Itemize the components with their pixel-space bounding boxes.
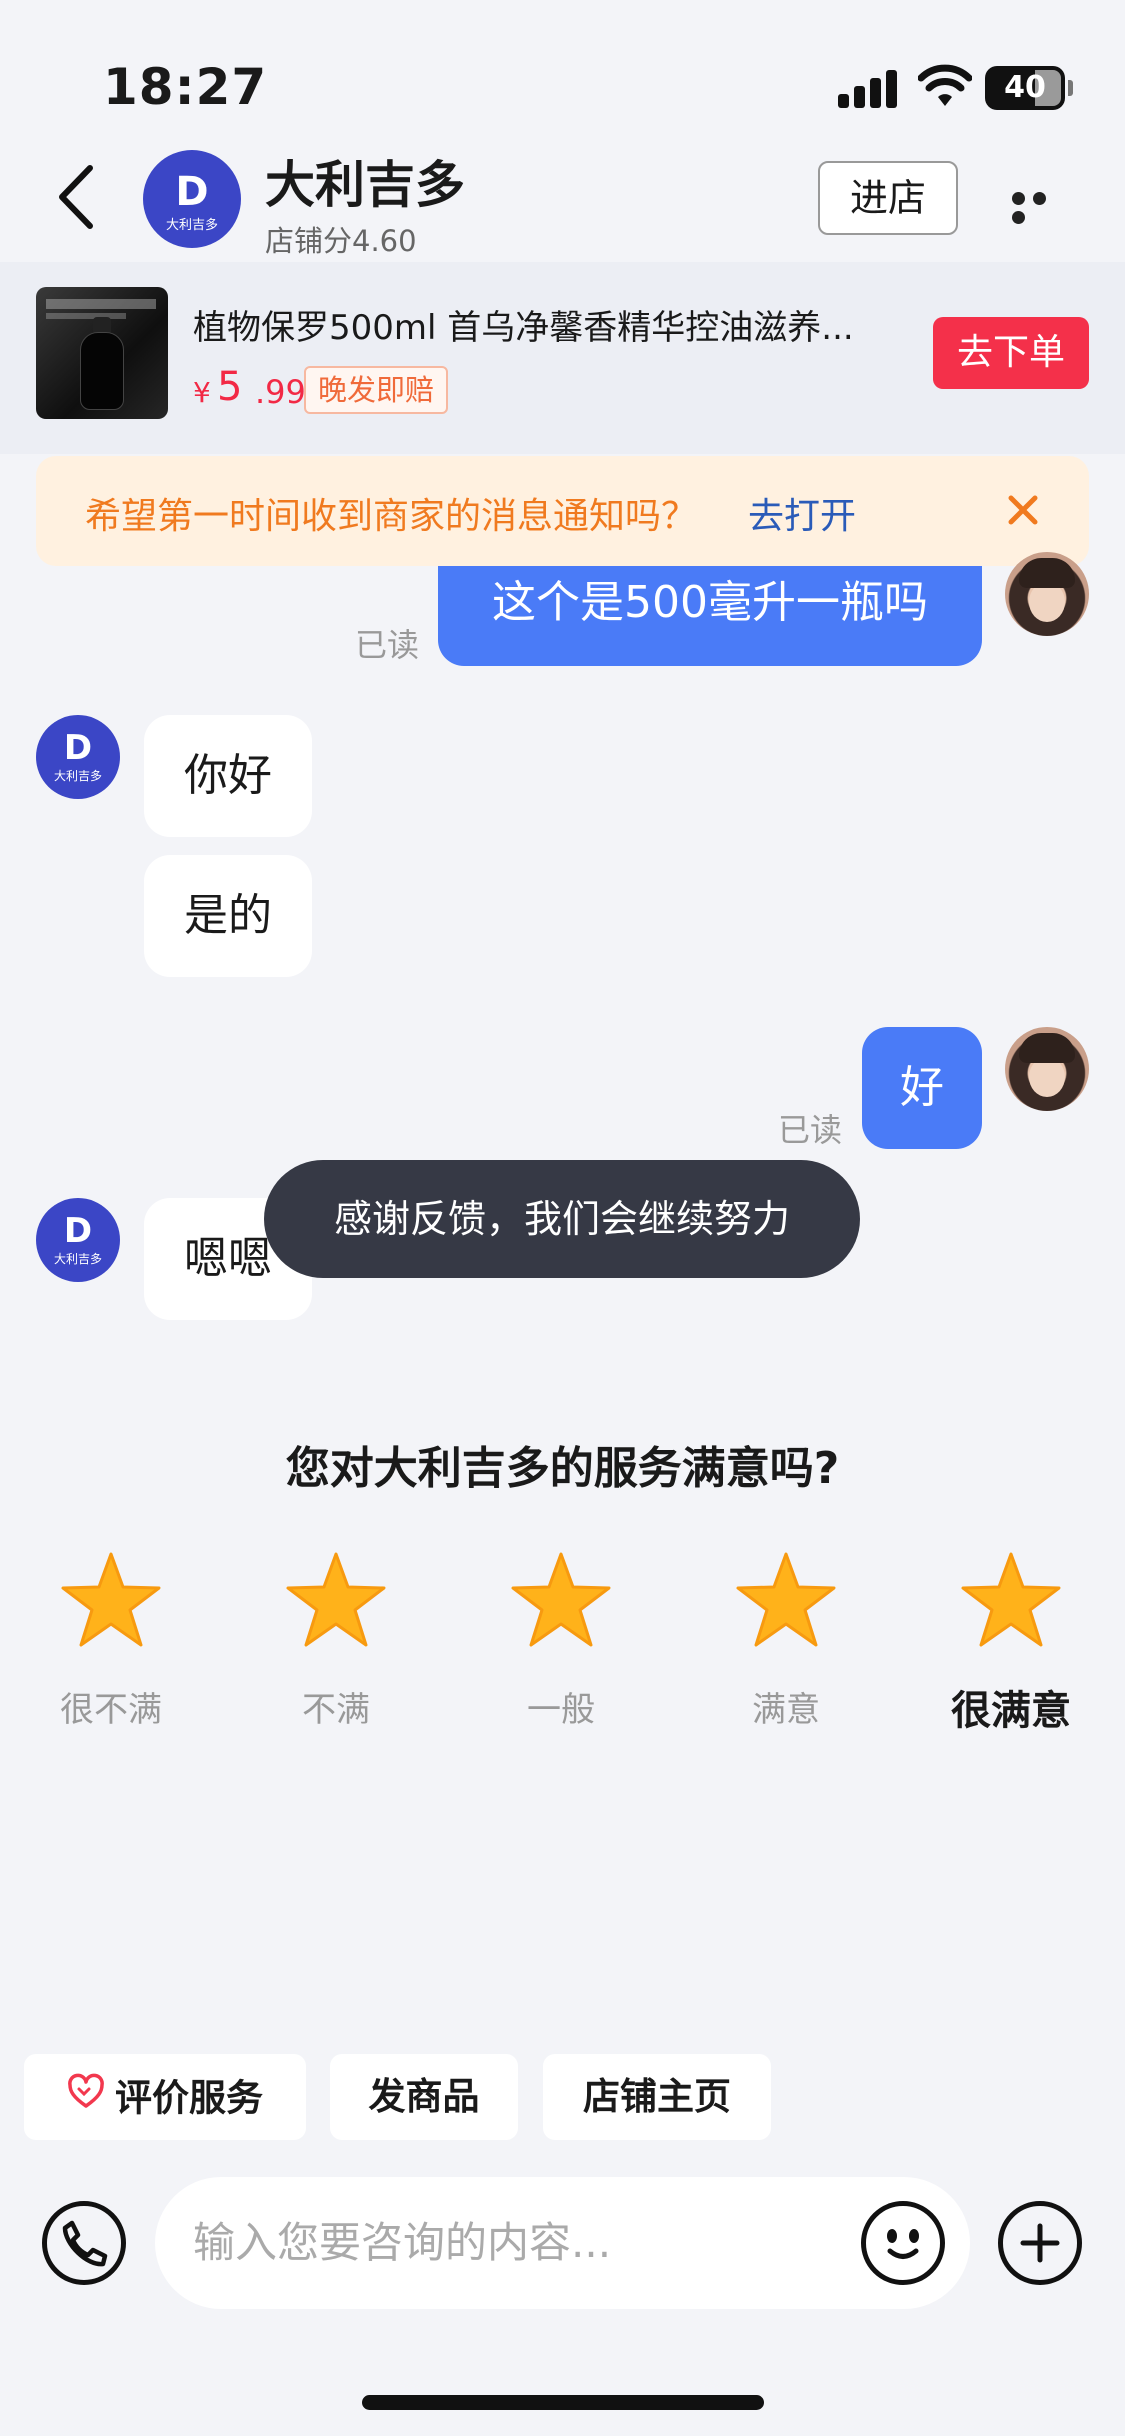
read-status: 已读 — [355, 626, 420, 664]
price-integer: 5 — [217, 364, 243, 410]
price-currency: ¥ — [193, 376, 211, 409]
message-input[interactable]: 输入您要咨询的内容... — [155, 2177, 970, 2309]
enable-notifications-link[interactable]: 去打开 — [748, 487, 856, 539]
emoji-icon[interactable] — [861, 2201, 945, 2285]
enter-shop-button[interactable]: 进店 — [818, 161, 958, 235]
product-title[interactable]: 植物保罗500ml 首乌净馨香精华控油滋养... — [193, 300, 883, 349]
shop-avatar-small[interactable]: D 大利吉多 — [36, 1198, 120, 1282]
message-bubble-incoming[interactable]: 你好 — [144, 715, 312, 837]
place-order-button[interactable]: 去下单 — [933, 317, 1089, 389]
rating-question: 您对大利吉多的服务满意吗? — [285, 1443, 840, 1494]
rate-service-chip[interactable]: 评价服务 — [24, 2054, 306, 2140]
price-decimal: .99 — [255, 373, 306, 411]
shop-avatar-small[interactable]: D 大利吉多 — [36, 715, 120, 799]
rating-label[interactable]: 一般 — [471, 1682, 651, 1731]
star-icon[interactable] — [509, 1550, 613, 1650]
user-avatar[interactable] — [1005, 1027, 1089, 1111]
rating-label[interactable]: 满意 — [696, 1682, 876, 1731]
star-icon[interactable] — [59, 1550, 163, 1650]
close-icon[interactable] — [1005, 492, 1041, 528]
send-product-chip[interactable]: 发商品 — [330, 2054, 518, 2140]
rating-label[interactable]: 很不满 — [21, 1682, 201, 1731]
avatar-text: 大利吉多 — [165, 218, 218, 233]
rating-label-selected[interactable]: 很满意 — [921, 1678, 1101, 1736]
message-bubble-incoming[interactable]: 是的 — [144, 855, 312, 977]
rate-service-label: 评价服务 — [115, 2076, 263, 2120]
battery-level: 40 — [1004, 70, 1046, 105]
rating-label[interactable]: 不满 — [246, 1682, 426, 1731]
notification-banner-text: 希望第一时间收到商家的消息通知吗？ — [85, 496, 698, 537]
home-indicator[interactable] — [362, 2395, 764, 2410]
shop-avatar[interactable]: D 大利吉多 — [143, 150, 241, 248]
plus-icon[interactable] — [998, 2201, 1082, 2285]
signal-icon — [838, 68, 898, 108]
status-time: 18:27 — [103, 58, 268, 116]
chevron-left-icon — [59, 165, 93, 229]
wifi-icon — [917, 64, 973, 108]
shop-homepage-chip[interactable]: 店铺主页 — [543, 2054, 771, 2140]
phone-icon[interactable] — [42, 2201, 126, 2285]
back-button[interactable] — [52, 162, 102, 232]
product-image[interactable] — [36, 287, 168, 419]
avatar-letter: D — [175, 169, 209, 215]
star-icon[interactable] — [734, 1550, 838, 1650]
more-icon[interactable] — [1012, 190, 1072, 224]
feedback-toast: 感谢反馈，我们会继续努力 — [264, 1160, 860, 1278]
star-icon[interactable] — [959, 1550, 1063, 1650]
message-bubble-outgoing[interactable]: 这个是500毫升一瓶吗 — [438, 566, 982, 666]
message-bubble-outgoing[interactable]: 好 — [862, 1027, 982, 1149]
shop-name[interactable]: 大利吉多 — [265, 145, 465, 217]
read-status: 已读 — [778, 1111, 843, 1149]
battery-icon: 40 — [985, 66, 1073, 110]
heart-icon — [67, 2056, 105, 2142]
user-avatar[interactable] — [1005, 552, 1089, 636]
delivery-guarantee-badge: 晚发即赔 — [304, 366, 449, 414]
shop-score: 店铺分4.60 — [265, 224, 417, 258]
star-icon[interactable] — [284, 1550, 388, 1650]
